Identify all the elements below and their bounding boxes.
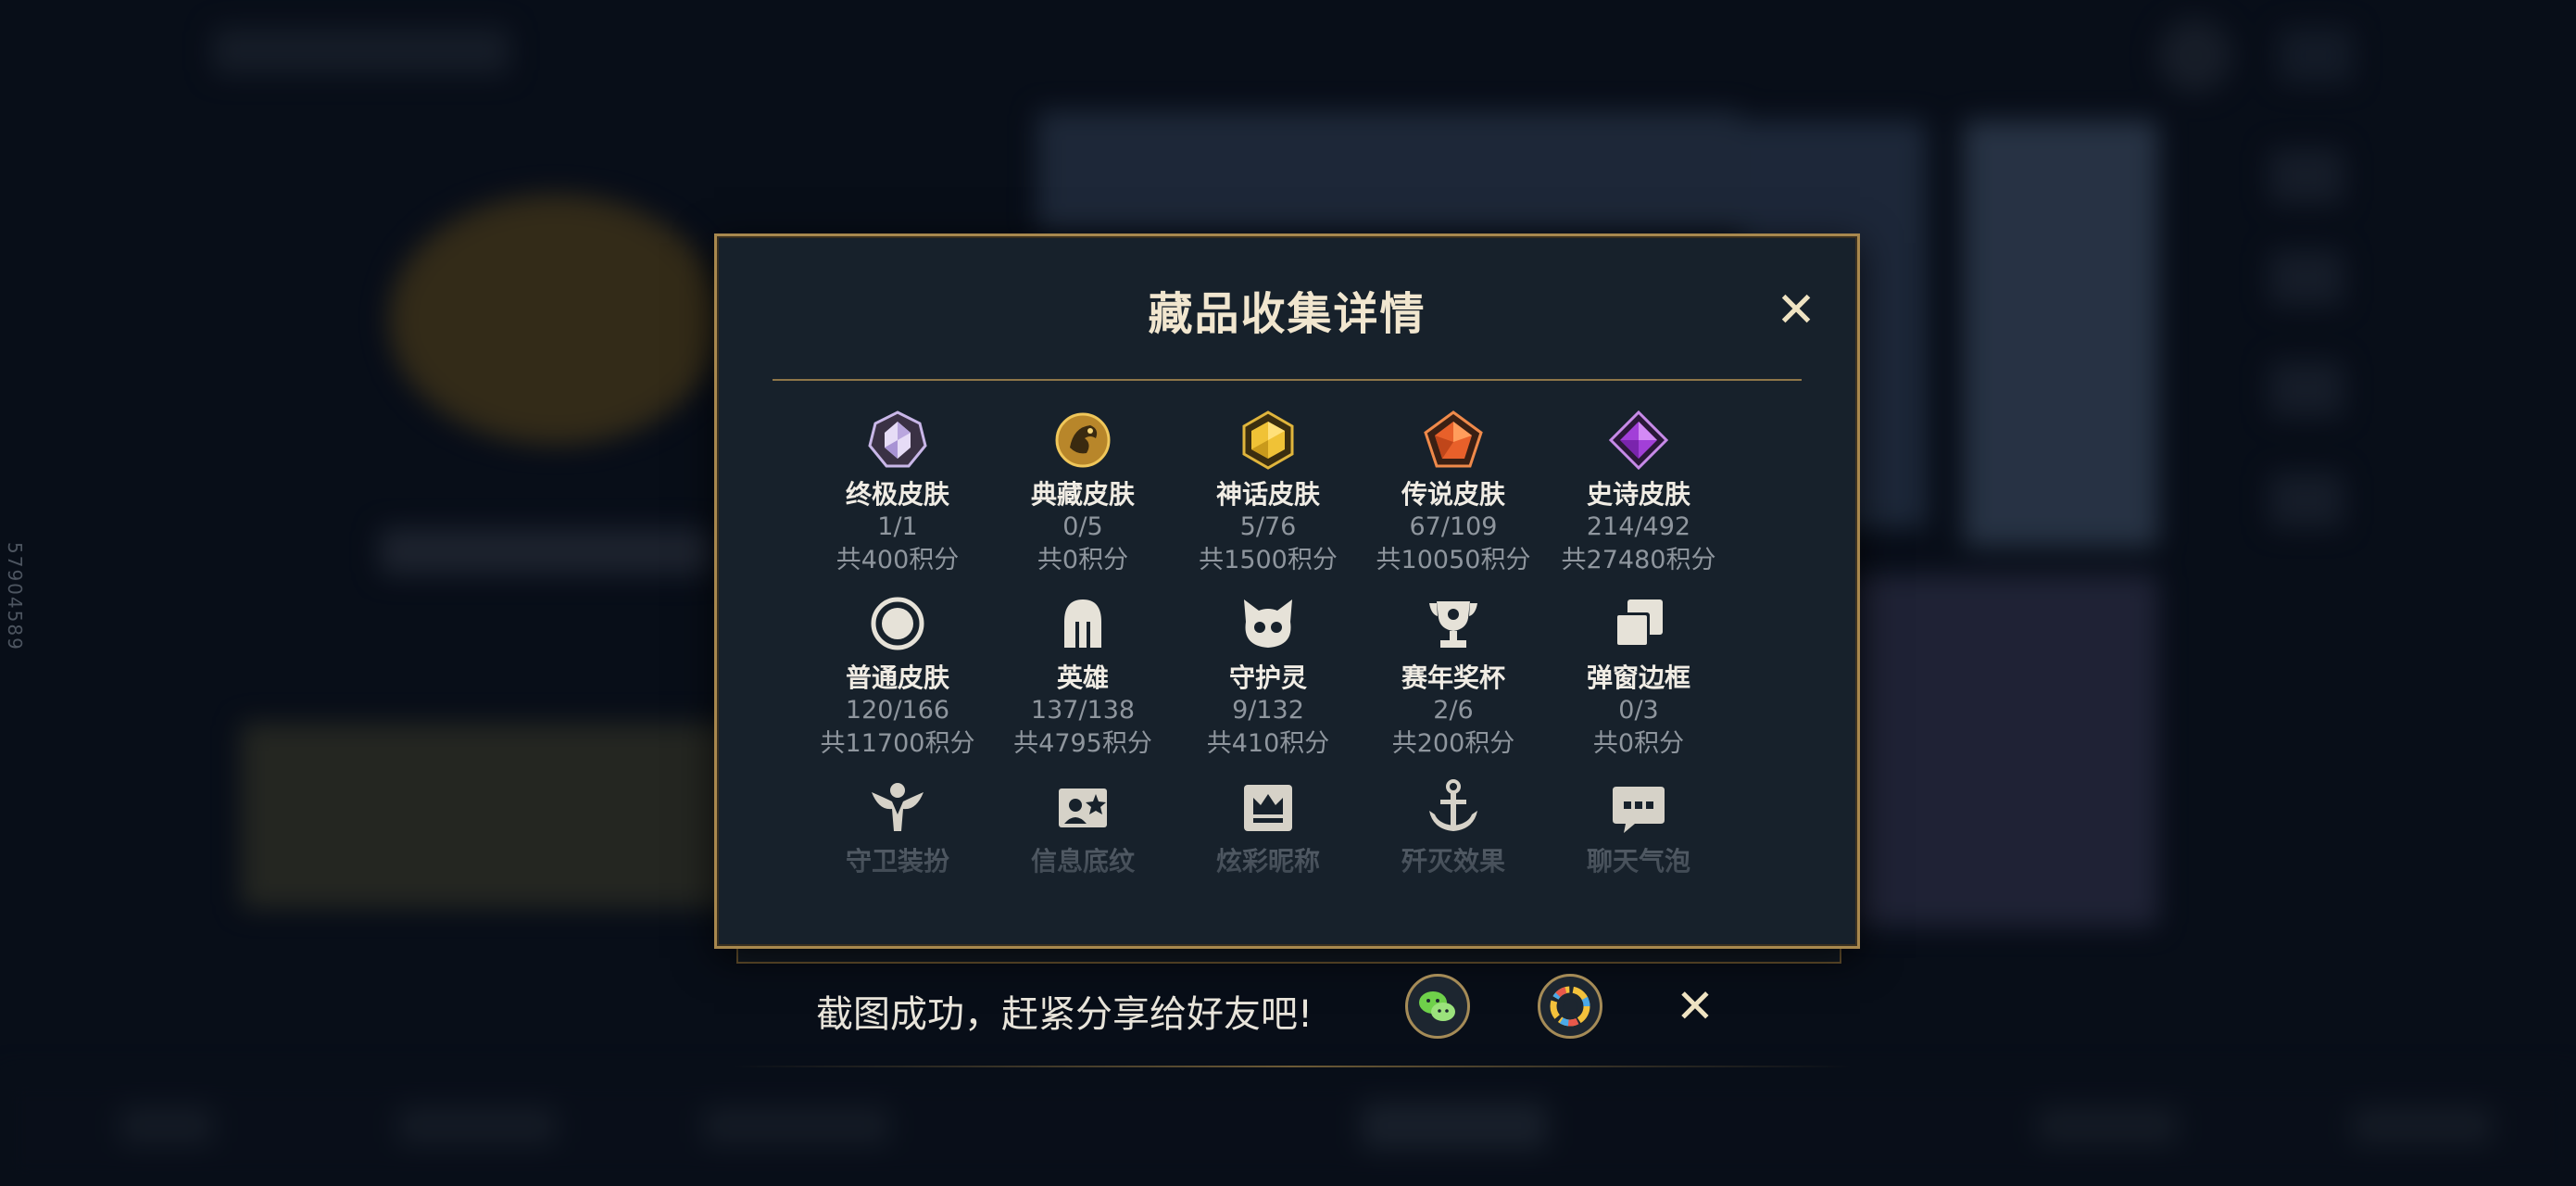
item-points: 共0积分 [1037,546,1129,574]
popup-frame-icon [1609,594,1668,653]
normal-skin-icon [868,594,927,653]
collection-item-popup-frame[interactable]: 弹窗边框 0/3 共0积分 [1546,594,1731,761]
collection-item-mythic-skin[interactable]: 神话皮肤 5/76 共1500积分 [1175,410,1361,577]
profile-banner-icon [1053,777,1112,837]
close-icon[interactable]: ✕ [1667,980,1723,1036]
item-count: 5/76 [1239,512,1297,541]
item-points: 共11700积分 [820,729,975,758]
side-code-text: 57904589 [4,542,26,651]
item-label: 聊天气泡 [1586,846,1690,877]
item-points: 共0积分 [1592,729,1685,758]
collection-item-epic-skin[interactable]: 史诗皮肤 214/492 共27480积分 [1546,410,1731,577]
mythic-skin-icon [1238,410,1298,470]
item-label: 传说皮肤 [1401,479,1505,510]
prestige-skin-icon [1053,410,1112,470]
nameplate-icon [1238,777,1298,837]
item-label: 英雄 [1056,662,1109,693]
item-count: 214/492 [1586,512,1691,541]
item-points: 共1500积分 [1199,546,1338,574]
item-points: 共200积分 [1391,729,1515,758]
title-divider [773,379,1802,381]
collection-item-champion[interactable]: 英雄 137/138 共4795积分 [990,594,1175,761]
item-count: 0/5 [1062,512,1103,541]
item-label: 典藏皮肤 [1030,479,1135,510]
share-moments-button[interactable] [1538,974,1602,1039]
champion-helmet-icon [1053,594,1112,653]
share-success-message: 截图成功，赶紧分享给好友吧! [816,993,1313,1036]
collection-item-prestige-skin[interactable]: 典藏皮肤 0/5 共0积分 [990,410,1175,577]
item-label: 赛年奖杯 [1401,662,1505,693]
item-label: 终极皮肤 [845,479,949,510]
collection-item-nameplate[interactable]: 炫彩昵称 [1175,777,1361,877]
trophy-icon [1424,594,1483,653]
collection-item-finisher-effect[interactable]: 歼灭效果 [1361,777,1546,877]
little-legend-icon [1238,594,1298,653]
item-points: 共4795积分 [1013,729,1152,758]
share-wechat-button[interactable] [1405,974,1470,1039]
wechat-icon [1408,991,1467,1040]
item-label: 歼灭效果 [1401,846,1505,877]
collection-item-ultimate-skin[interactable]: 终极皮肤 1/1 共400积分 [805,410,990,577]
epic-skin-icon [1608,410,1669,471]
item-label: 守护灵 [1228,662,1307,693]
item-count: 67/109 [1409,512,1498,541]
moments-icon [1540,986,1600,1040]
chat-bubble-icon [1609,777,1668,837]
collection-details-modal: 藏品收集详情 ✕ 终极皮肤 1/1 共400积分 典藏皮肤 0/5 共0积分 神… [714,233,1860,949]
item-label: 普通皮肤 [845,662,949,693]
collection-item-legendary-skin[interactable]: 传说皮肤 67/109 共10050积分 [1361,410,1546,577]
item-count: 120/166 [845,696,950,725]
item-points: 共410积分 [1206,729,1330,758]
collection-item-chat-bubble[interactable]: 聊天气泡 [1546,777,1731,877]
modal-title: 藏品收集详情 [1148,288,1426,340]
item-label: 信息底纹 [1030,846,1135,877]
share-bar-underline [732,1066,1853,1067]
collection-item-profile-banner[interactable]: 信息底纹 [990,777,1175,877]
item-points: 共27480积分 [1561,546,1716,574]
item-label: 守卫装扮 [845,846,949,877]
finisher-effect-icon [1424,777,1483,837]
ultimate-skin-icon [868,410,927,470]
item-count: 1/1 [877,512,918,541]
close-icon[interactable]: ✕ [1768,284,1824,340]
collection-item-normal-skin[interactable]: 普通皮肤 120/166 共11700积分 [805,594,990,761]
item-label: 神话皮肤 [1215,479,1320,510]
item-count: 137/138 [1030,696,1136,725]
item-count: 9/132 [1232,696,1304,725]
item-label: 弹窗边框 [1586,662,1690,693]
item-points: 共400积分 [836,546,960,574]
ward-skin-icon [868,777,927,837]
modal-bottom-rim [736,947,1841,964]
item-count: 0/3 [1618,696,1659,725]
item-points: 共10050积分 [1376,546,1531,574]
collection-item-year-trophy[interactable]: 赛年奖杯 2/6 共200积分 [1361,594,1546,761]
collection-item-ward-skin[interactable]: 守卫装扮 [805,777,990,877]
item-count: 2/6 [1433,696,1474,725]
collection-item-little-legend[interactable]: 守护灵 9/132 共410积分 [1175,594,1361,761]
item-label: 史诗皮肤 [1586,479,1690,510]
item-label: 炫彩昵称 [1215,846,1320,877]
legendary-skin-icon [1424,410,1483,470]
